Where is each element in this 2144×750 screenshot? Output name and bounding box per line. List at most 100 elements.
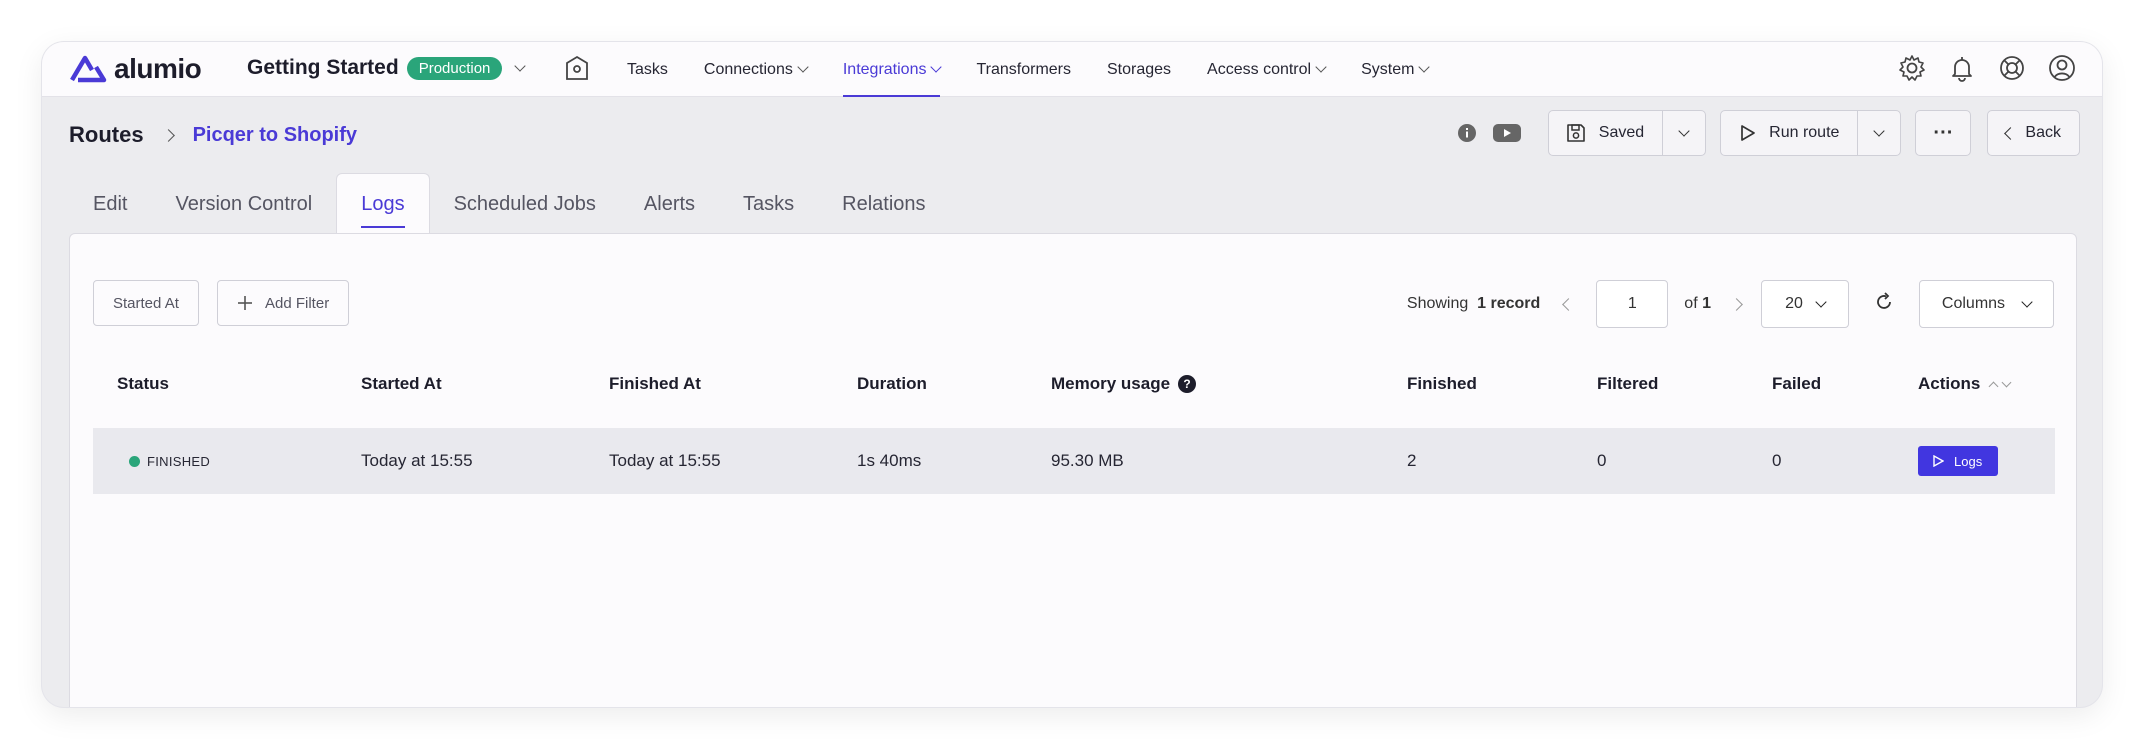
cell-filtered: 0 [1597,451,1607,470]
chevron-right-icon [1729,297,1743,311]
route-tabs: Edit Version Control Logs Scheduled Jobs… [69,173,950,234]
main-nav: Tasks Connections Integrations Transform… [627,42,1431,97]
tab-alerts[interactable]: Alerts [620,174,719,234]
nav-label: Transformers [976,60,1071,78]
saved-button[interactable]: Saved [1549,111,1664,155]
lifebuoy-icon[interactable] [1997,53,2027,83]
showing-text: Showing 1 record [1407,295,1540,313]
play-icon [1933,455,1944,467]
nav-access-control[interactable]: Access control [1207,42,1327,97]
workspace-switcher[interactable]: Getting Started Production [247,56,527,80]
tab-label: Logs [361,192,405,228]
nav-label: Connections [703,60,793,78]
cell-actions: Logs [1918,428,1999,494]
play-icon [1741,125,1756,141]
col-header-duration[interactable]: Duration [857,359,927,409]
col-header-failed[interactable]: Failed [1772,359,1821,409]
help-icon[interactable]: ? [1178,375,1197,393]
add-filter-button[interactable]: Add Filter [217,280,350,326]
col-header-filtered[interactable]: Filtered [1597,359,1658,409]
nav-system[interactable]: System [1361,42,1431,97]
chevron-down-icon [514,59,527,72]
logo-text: alumio [114,53,202,84]
col-header-started-at[interactable]: Started At [361,359,442,409]
info-icon[interactable] [1456,122,1478,144]
table-header: Status Started At Finished At Duration M… [93,359,2055,409]
nav-label: Storages [1107,60,1172,78]
top-navbar: alumio Getting Started Production Tasks … [42,42,2102,97]
nav-storages[interactable]: Storages [1107,42,1171,97]
nav-transformers[interactable]: Transformers [976,42,1071,97]
workspace-title: Getting Started [247,56,399,79]
saved-dropdown-button[interactable] [1663,111,1705,155]
tab-label: Relations [842,192,926,215]
tab-scheduled-jobs[interactable]: Scheduled Jobs [430,174,620,234]
of-label: of [1684,295,1698,312]
chevron-down-icon [2021,295,2033,308]
tab-logs[interactable]: Logs [336,173,430,234]
run-route-dropdown-button[interactable] [1858,111,1900,155]
bell-icon[interactable] [1947,53,1977,83]
tab-label: Scheduled Jobs [453,192,596,215]
tab-tasks[interactable]: Tasks [719,174,818,234]
run-route-label: Run route [1769,124,1840,141]
back-button[interactable]: Back [1987,110,2080,156]
prev-page-button[interactable] [1556,297,1580,311]
refresh-icon[interactable] [1873,291,1895,318]
chevron-right-icon [161,128,175,142]
floppy-disk-icon [1566,124,1585,142]
page-size-select[interactable]: 20 [1761,280,1849,328]
col-header-status[interactable]: Status [117,359,169,409]
showing-label: Showing [1406,295,1469,312]
saved-button-group: Saved [1547,110,1707,156]
chevron-down-icon [1315,61,1327,73]
chevron-down-icon [1678,125,1690,137]
add-filter-label: Add Filter [265,294,330,312]
col-header-actions: Actions [1918,359,2012,409]
col-header-finished-at[interactable]: Finished At [609,359,701,409]
chevron-left-icon [2004,126,2018,140]
run-route-button[interactable]: Run route [1721,111,1859,155]
started-at-filter-button[interactable]: Started At [93,280,199,326]
table-row[interactable]: FINISHED Today at 15:55 Today at 15:55 1… [93,428,2055,494]
nav-label: Access control [1207,60,1312,78]
nav-integrations[interactable]: Integrations [842,42,943,97]
sort-arrows-icon[interactable] [1988,377,2012,391]
tab-edit[interactable]: Edit [69,174,151,234]
more-options-button[interactable]: ··· [1915,110,1972,156]
gear-icon[interactable] [1897,53,1927,83]
header-actions: Saved Run route ··· Back [1456,110,2080,156]
breadcrumb-routes[interactable]: Routes [69,122,144,148]
view-logs-button[interactable]: Logs [1918,446,1999,476]
saved-label: Saved [1598,124,1645,141]
nav-connections[interactable]: Connections [703,42,809,97]
tab-version-control[interactable]: Version Control [151,174,336,234]
nav-label: Integrations [842,60,927,78]
home-icon[interactable] [562,54,592,89]
actions-header-label: Actions [1918,374,1981,393]
breadcrumb: Routes Picqer to Shopify [69,122,357,148]
nav-label: System [1361,60,1415,78]
tab-label: Version Control [175,192,313,215]
plus-icon [238,296,252,310]
filter-label: Started At [113,294,179,312]
col-header-memory-usage[interactable]: Memory usage? [1051,359,1197,409]
user-icon[interactable] [2047,53,2077,83]
col-header-finished[interactable]: Finished [1407,359,1477,409]
columns-select[interactable]: Columns [1919,280,2054,328]
brand-logo[interactable]: alumio [68,53,202,85]
total-pages: 1 [1702,295,1711,312]
page-title: Picqer to Shopify [192,123,358,146]
record-count: 1 record [1477,295,1541,312]
page-number-input[interactable]: 1 [1596,280,1669,328]
total-pages-text: of 1 [1684,295,1711,313]
tab-relations[interactable]: Relations [818,174,949,234]
nav-tasks[interactable]: Tasks [627,42,668,97]
cell-status: FINISHED [129,428,210,494]
next-page-button[interactable] [1727,297,1745,311]
youtube-icon[interactable] [1492,122,1522,144]
status-dot-icon [129,455,140,467]
cell-finished-at: Today at 15:55 [609,451,721,470]
pagination: Showing 1 record 1 of 1 20 Columns [1407,280,2054,328]
cell-memory: 95.30 MB [1051,451,1124,470]
